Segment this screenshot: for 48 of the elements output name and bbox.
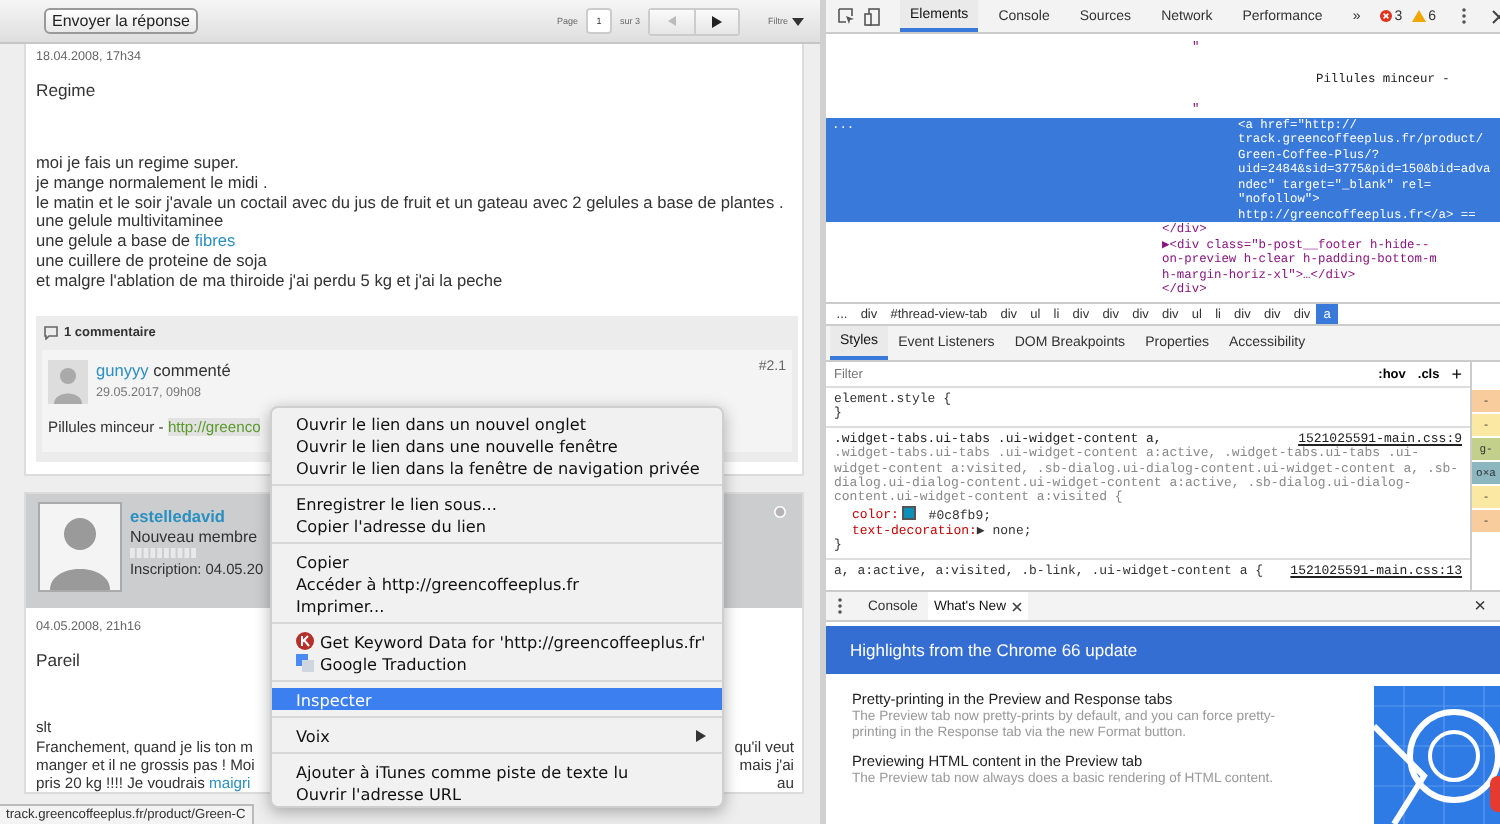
speech-bubble-icon <box>44 326 58 341</box>
member-role: Nouveau membre <box>130 528 260 547</box>
menu-item[interactable]: Inspecter <box>272 688 722 710</box>
error-icon <box>1380 10 1393 22</box>
status-dot-icon <box>774 506 786 519</box>
menu-item[interactable]: Ouvrir le lien dans la fenêtre de navigation privée <box>272 456 722 478</box>
post-text-line: une cuillere de proteine de soja <box>36 251 267 271</box>
post-text-line: et malgre l'ablation de ma thiroide j'ai perdu 5 kg et j'ai la peche <box>36 271 503 291</box>
menu-item[interactable]: Get Keyword Data for 'http://greencoffeeplus.fr' <box>272 630 722 652</box>
menu-item[interactable]: Ajouter à iTunes comme piste de texte lu <box>272 760 722 782</box>
right-triangle-icon <box>712 15 722 27</box>
menu-item[interactable]: Imprimer... <box>272 594 722 616</box>
close-icon[interactable] <box>1011 601 1022 611</box>
rank-bars-icon <box>130 548 198 559</box>
drawer-close-button[interactable]: × <box>1468 592 1492 620</box>
next-button[interactable] <box>694 9 738 33</box>
reply-button[interactable]: Envoyer la réponse <box>44 8 198 34</box>
add-rule-button[interactable]: + <box>1451 364 1462 384</box>
text-link[interactable]: fibres <box>194 230 236 250</box>
menu-item[interactable]: Ouvrir l'adresse URL <box>272 782 722 804</box>
update-banner: Highlights from the Chrome 66 update <box>826 626 1500 674</box>
avatar-icon <box>48 360 88 405</box>
menu-item[interactable]: Copier <box>272 550 722 572</box>
post-text-line: moi je fais un regime super. <box>36 154 239 174</box>
comment-author-line: gunyyy commenté <box>96 360 233 385</box>
left-triangle-icon <box>668 16 676 26</box>
translate-icon <box>296 654 314 672</box>
device-icon[interactable] <box>864 7 880 25</box>
menu-item[interactable]: Copier l'adresse du lien <box>272 514 722 536</box>
post-text-line: une gelule multivitaminee <box>36 212 224 232</box>
menu-item[interactable]: Accéder à http://greencoffeeplus.fr <box>272 572 722 594</box>
more-options-icon[interactable] <box>1462 8 1467 24</box>
post-text-line: une gelule a base de fibres <box>36 232 236 252</box>
menu-item[interactable]: Enregistrer le lien sous... <box>272 492 722 514</box>
post-text-line: je mange normalement le midi . <box>36 173 268 193</box>
caret-icon <box>792 17 804 25</box>
letter-circle-icon <box>296 632 314 650</box>
menu-item[interactable]: Google Traduction <box>272 652 722 674</box>
warning-icon <box>1412 10 1427 22</box>
post-title: Pareil <box>36 650 80 671</box>
menu-item[interactable]: Ouvrir le lien dans un nouvel onglet <box>272 412 722 434</box>
inspect-icon[interactable] <box>838 8 854 24</box>
submenu-arrow-icon <box>696 729 706 741</box>
avatar-icon <box>38 502 122 593</box>
post-text-line: le matin et le soir j'avale un coctail avec du jus de fruit et un gateau avec 2 gelules a base de plantes . <box>36 193 784 213</box>
menu-item[interactable]: Ouvrir le lien dans une nouvelle fenêtre <box>272 434 722 456</box>
menu-item[interactable]: Voix <box>272 724 722 746</box>
post-title: Regime <box>36 80 96 100</box>
